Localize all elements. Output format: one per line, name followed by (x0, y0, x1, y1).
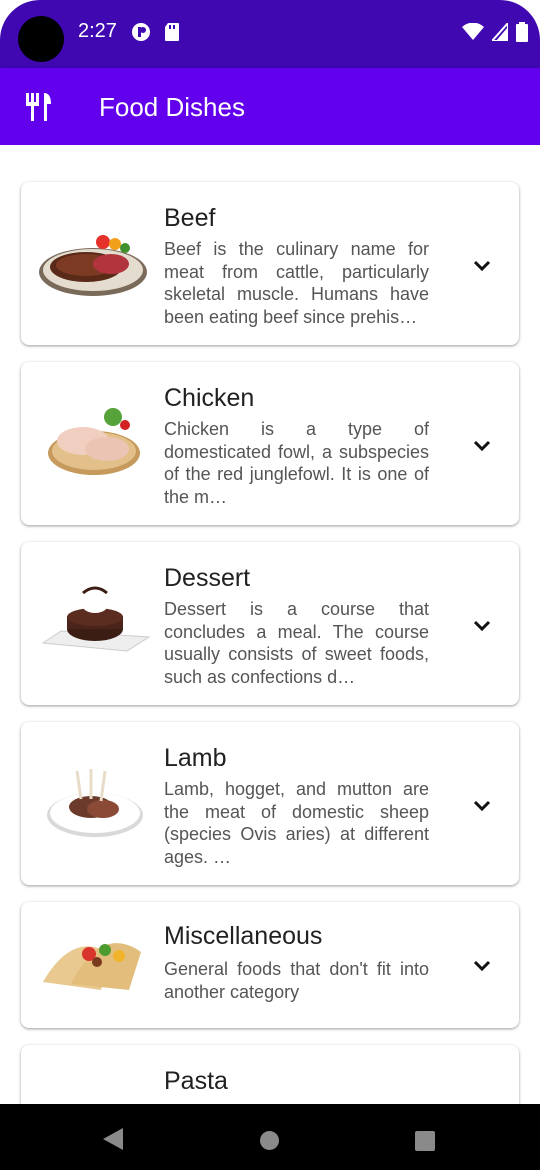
category-card-pasta[interactable]: Pasta (21, 1045, 519, 1104)
system-nav-bar (0, 1104, 540, 1170)
card-title: Beef (164, 204, 216, 232)
cell-signal-icon (489, 19, 509, 46)
card-description: General foods that don't fit into anothe… (164, 959, 429, 1002)
card-title: Miscellaneous (164, 922, 323, 950)
raw-chicken-plate-image (31, 399, 159, 489)
card-description: Lamb, hogget, and mutton are the meat of… (164, 779, 429, 867)
card-title: Chicken (164, 384, 255, 412)
chevron-down-icon[interactable] (473, 619, 491, 632)
card-description: Dessert is a course that concludes a mea… (164, 599, 429, 687)
app-bar: Food Dishes (0, 68, 540, 145)
category-card-lamb[interactable]: Lamb Lamb, hogget, and mutton are the me… (21, 722, 519, 885)
card-title: Pasta (164, 1067, 228, 1095)
home-icon[interactable] (260, 1131, 279, 1150)
status-bar: 2:27 (0, 0, 540, 68)
steak-plate-image (31, 220, 159, 310)
sd-card-icon (164, 22, 182, 44)
chevron-down-icon[interactable] (473, 959, 491, 972)
camera-cutout (18, 16, 64, 62)
chocolate-cake-image (31, 579, 159, 669)
food-category-list[interactable]: Beef Beef is the culinary name for meat … (0, 145, 540, 1104)
recent-apps-icon[interactable] (415, 1131, 435, 1151)
tacos-image (31, 920, 159, 1010)
chevron-down-icon[interactable] (473, 259, 491, 272)
chevron-down-icon[interactable] (473, 799, 491, 812)
card-description: Beef is the culinary name for meat from … (164, 239, 429, 327)
restaurant-icon (24, 92, 54, 122)
status-right-icons (462, 19, 528, 47)
card-title: Lamb (164, 744, 227, 772)
card-description: Chicken is a type of domesticated fowl, … (164, 419, 429, 507)
notification-app-icon (131, 22, 150, 44)
category-card-miscellaneous[interactable]: Miscellaneous General foods that don't f… (21, 902, 519, 1028)
category-card-dessert[interactable]: Dessert Dessert is a course that conclud… (21, 542, 519, 705)
chevron-down-icon[interactable] (473, 439, 491, 452)
page-title: Food Dishes (99, 92, 245, 122)
lamb-chops-image (31, 759, 159, 849)
status-time: 2:27 (78, 20, 117, 42)
wifi-icon (462, 22, 484, 46)
category-card-chicken[interactable]: Chicken Chicken is a type of domesticate… (21, 362, 519, 525)
back-icon[interactable] (103, 1128, 123, 1155)
card-title: Dessert (164, 564, 251, 592)
battery-icon (516, 21, 528, 47)
category-card-beef[interactable]: Beef Beef is the culinary name for meat … (21, 182, 519, 345)
